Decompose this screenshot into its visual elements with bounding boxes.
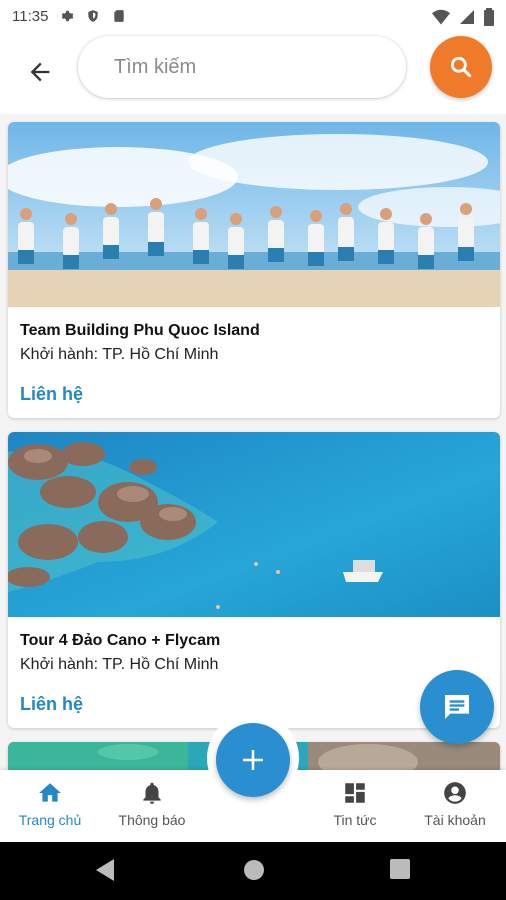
tour-image: [8, 432, 500, 617]
recents-square-icon[interactable]: [390, 859, 410, 879]
search-box: [78, 36, 406, 98]
battery-icon: [484, 8, 494, 26]
nav-label-notifications: Thông báo: [118, 812, 186, 828]
search-button[interactable]: [430, 36, 492, 98]
header: [0, 32, 506, 114]
contact-link[interactable]: Liên hệ: [20, 384, 83, 405]
nav-item-news[interactable]: Tin tức: [305, 780, 405, 828]
arrow-left-icon: [30, 62, 50, 82]
account-icon: [444, 782, 466, 804]
nav-item-home[interactable]: Trang chủ: [0, 780, 100, 828]
tour-title: Team Building Phu Quoc Island: [20, 322, 260, 339]
shield-icon: [88, 10, 99, 22]
nav-item-account[interactable]: Tài khoản: [405, 780, 505, 828]
signal-icon: [460, 10, 474, 24]
status-bar: 11:35: [0, 0, 506, 32]
chat-icon: [445, 695, 469, 719]
wifi-icon: [432, 9, 450, 25]
settings-icon: [62, 10, 74, 22]
dashboard-icon: [345, 783, 365, 803]
nav-label-home: Trang chủ: [18, 812, 82, 828]
status-time: 11:35: [12, 7, 49, 25]
nav-item-notifications[interactable]: Thông báo: [102, 780, 202, 828]
system-navigation-bar: [0, 842, 506, 900]
tour-title: Tour 4 Đảo Cano + Flycam: [20, 632, 221, 649]
chat-button[interactable]: [420, 670, 494, 744]
add-button[interactable]: [216, 723, 290, 797]
home-circle-icon[interactable]: [243, 859, 265, 881]
tour-feed[interactable]: Team Building Phu Quoc Island Khởi hành:…: [0, 114, 506, 770]
bell-icon: [143, 782, 161, 804]
back-triangle-icon[interactable]: [96, 859, 116, 881]
back-button[interactable]: [20, 52, 60, 92]
beach-group-photo-icon: [8, 122, 500, 307]
home-icon: [39, 783, 61, 802]
nav-label-account: Tài khoản: [424, 812, 486, 828]
nav-label-news: Tin tức: [333, 812, 377, 828]
tour-card[interactable]: Team Building Phu Quoc Island Khởi hành:…: [8, 122, 500, 418]
tour-departure: Khởi hành: TP. Hồ Chí Minh: [20, 346, 219, 363]
sea-rocks-photo-icon: [8, 432, 500, 617]
contact-link[interactable]: Liên hệ: [20, 694, 83, 715]
tour-image: [8, 122, 500, 307]
search-input[interactable]: [78, 36, 406, 98]
tour-departure: Khởi hành: TP. Hồ Chí Minh: [20, 656, 219, 673]
sd-card-icon: [114, 10, 125, 22]
search-icon: [450, 56, 472, 78]
plus-icon: [243, 750, 263, 770]
tour-card[interactable]: Tour 4 Đảo Cano + Flycam Khởi hành: TP. …: [8, 432, 500, 728]
